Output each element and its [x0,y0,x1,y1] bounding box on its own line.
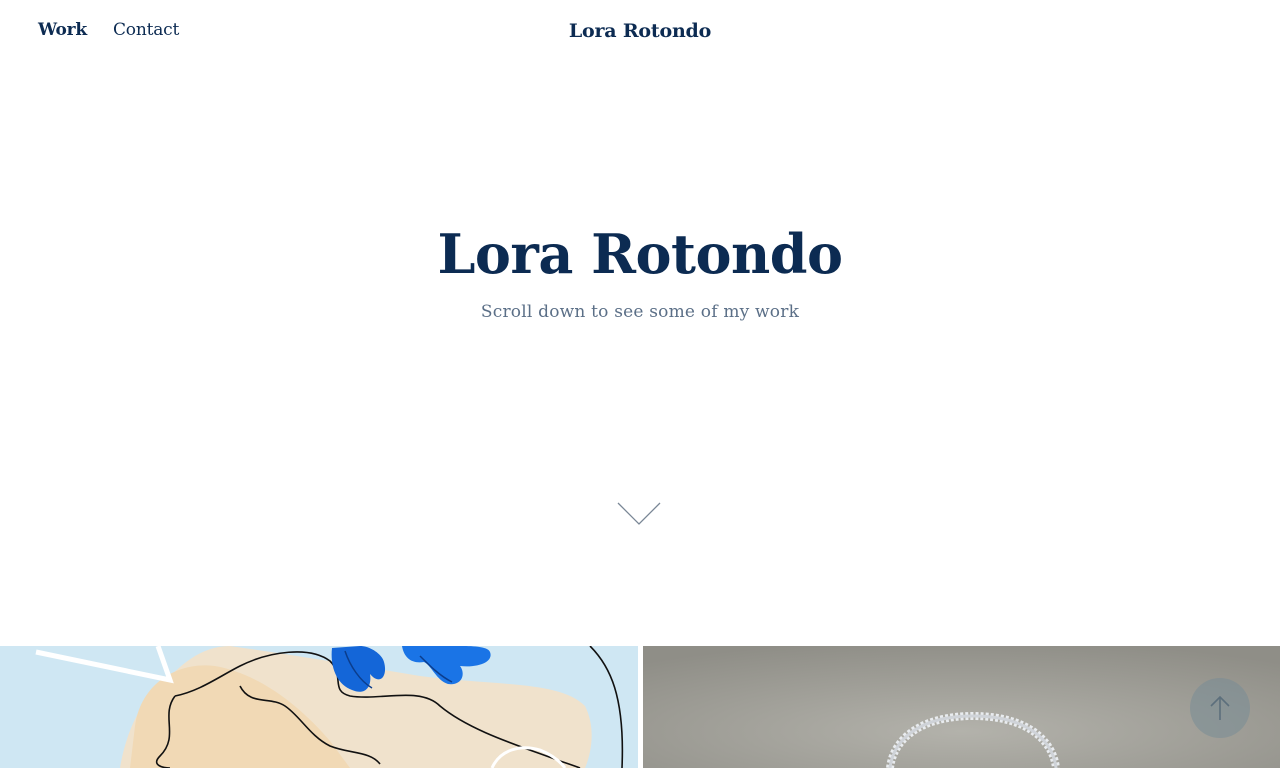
work-tile-illustration[interactable] [0,646,638,768]
scroll-down-button[interactable] [616,500,662,528]
hero-title: Lora Rotondo [437,222,843,286]
site-title[interactable]: Lora Rotondo [0,20,1280,42]
chevron-down-icon [617,502,661,525]
work-tile-photo[interactable] [643,646,1280,768]
illustration-artwork [0,646,638,768]
arrow-up-icon [1210,695,1230,720]
sculpture-photo [643,646,1280,768]
back-to-top-button[interactable] [1190,678,1250,738]
hero-subtitle: Scroll down to see some of my work [480,302,800,322]
